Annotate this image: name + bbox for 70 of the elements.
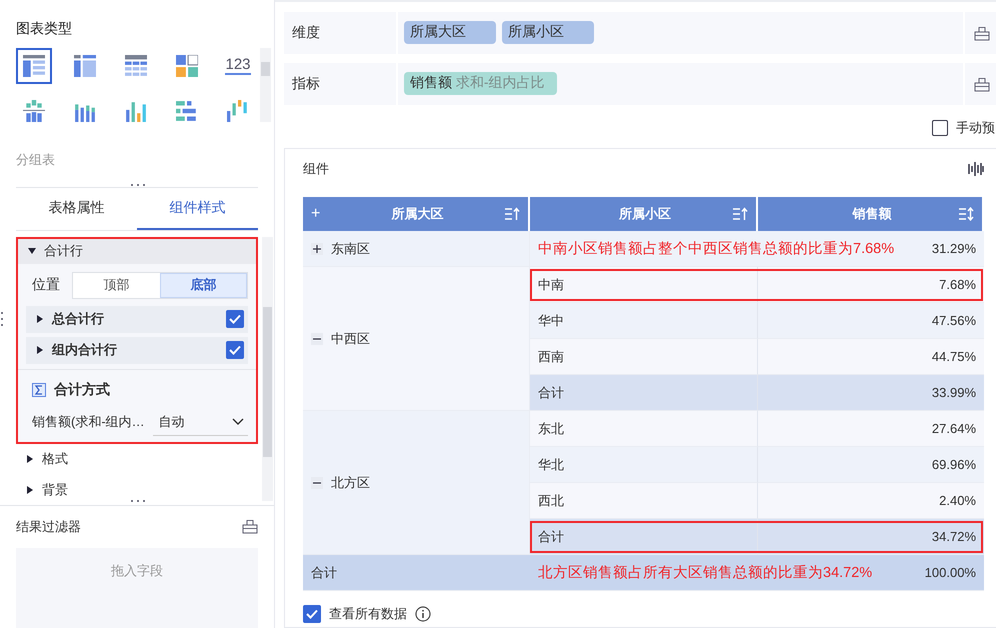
- sort-icon[interactable]: [732, 207, 748, 221]
- section-title: 背景: [42, 481, 68, 500]
- treemap-icon: [176, 55, 198, 77]
- option-label: 组内合计行: [52, 341, 118, 360]
- field-chip[interactable]: 所属小区: [502, 21, 594, 44]
- table-icon: [23, 55, 45, 77]
- sigma-icon: [32, 382, 46, 397]
- grip-icon[interactable]: [0, 311, 4, 327]
- section-title: 图表类型: [16, 20, 73, 38]
- table-cell: 100.00%: [924, 565, 976, 580]
- expander-icon[interactable]: [311, 332, 323, 344]
- method-title: 合计方式: [54, 380, 110, 399]
- bar-chart-icon: [176, 100, 198, 122]
- indicator-label: 指标: [291, 75, 321, 93]
- table-icon: [74, 55, 96, 77]
- triangle-icon[interactable]: [28, 247, 36, 256]
- table-icon: [125, 55, 147, 77]
- checkbox[interactable]: [932, 120, 948, 136]
- scrollbar[interactable]: [260, 48, 271, 122]
- bar-chart-icon: [23, 100, 45, 122]
- expander-icon[interactable]: [311, 476, 323, 488]
- checkbox-label: 查看所有数据: [329, 605, 407, 623]
- table-cell: 中西区: [303, 267, 530, 411]
- drop-hint: 拖入字段: [111, 562, 163, 580]
- chart-type-button[interactable]: 123: [220, 48, 256, 84]
- info-icon[interactable]: [415, 606, 431, 622]
- grip-icon[interactable]: [130, 183, 146, 187]
- position-label: 位置: [32, 276, 60, 294]
- table-cell: 北方区: [303, 411, 530, 555]
- triangle-icon[interactable]: [26, 455, 34, 464]
- table-cell: 31.29%: [932, 241, 976, 256]
- expander-icon[interactable]: [311, 242, 323, 254]
- column-header[interactable]: 所属小区: [530, 197, 758, 231]
- dimension-label: 维度: [291, 24, 321, 42]
- scrollbar[interactable]: [262, 236, 273, 502]
- tab[interactable]: 组件样式: [137, 188, 258, 230]
- bar-chart-icon: [125, 100, 147, 122]
- grip-icon[interactable]: [130, 499, 146, 503]
- checkbox[interactable]: [303, 605, 321, 623]
- chart-type-caption: 分组表: [16, 151, 56, 169]
- bar-chart-icon: [227, 100, 249, 122]
- chart-type-button[interactable]: [16, 48, 52, 84]
- checkbox[interactable]: [226, 341, 244, 360]
- triangle-icon[interactable]: [26, 486, 34, 494]
- triangle-icon[interactable]: [36, 315, 44, 324]
- section-title: 合计行: [44, 242, 83, 260]
- field-chip[interactable]: 销售额 求和-组内占比: [404, 72, 557, 95]
- triangle-icon[interactable]: [36, 346, 44, 354]
- tab[interactable]: 表格属性: [16, 188, 137, 230]
- column-header[interactable]: 销售额: [758, 197, 984, 231]
- annotation: 北方区销售额占所有大区销售总额的比重为34.72%: [538, 564, 872, 582]
- component-title: 组件: [303, 160, 329, 178]
- filter-title: 结果过滤器: [16, 518, 81, 536]
- checkbox[interactable]: [226, 310, 244, 328]
- column-header[interactable]: + 所属大区: [303, 197, 530, 231]
- table-cell: 东南区: [303, 231, 530, 267]
- section-title: 格式: [42, 450, 68, 468]
- sort-icon[interactable]: [504, 207, 520, 221]
- annotation: 中南小区销售额占整个中西区销售总额的比重为7.68%: [538, 240, 894, 258]
- field-label: 销售额(求和-组内…: [32, 413, 145, 432]
- chevron-down-icon: [232, 418, 244, 426]
- position-option[interactable]: 顶部: [73, 272, 160, 298]
- field-chip[interactable]: 所属大区: [404, 21, 496, 44]
- bars-icon[interactable]: [968, 162, 984, 176]
- checkbox-label: 手动预: [956, 119, 995, 137]
- method-select[interactable]: 自动: [152, 408, 248, 436]
- sort-icon[interactable]: [958, 207, 974, 221]
- position-option[interactable]: 底部: [160, 272, 247, 298]
- option-label: 总合计行: [52, 310, 105, 328]
- table-cell: 合计: [303, 555, 530, 591]
